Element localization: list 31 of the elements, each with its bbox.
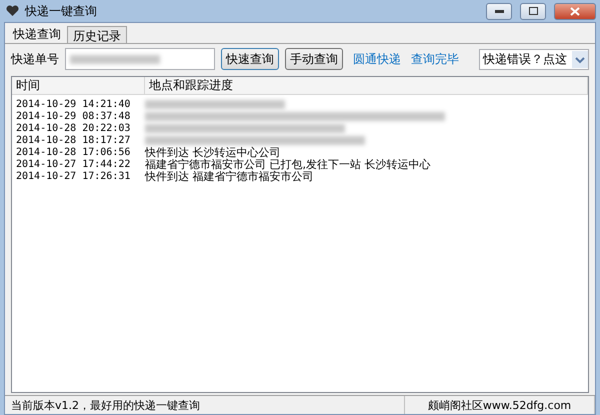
- time-cell-text: 2014-10-28 18:17:27: [15, 134, 132, 146]
- caret-icon: [572, 50, 588, 68]
- location-cell-text: 福建省宁德市福安市公司 已打包,发往下一站 长沙转运中心: [145, 158, 430, 170]
- link[interactable]: 圆通快递: [353, 50, 401, 68]
- time-cell-text: 2014-10-29 14:21:40: [15, 98, 132, 110]
- minimize-button[interactable]: [486, 2, 512, 20]
- time-cell-text: 2014-10-29 08:37:48: [15, 110, 132, 122]
- link[interactable]: 查询完毕: [411, 50, 459, 68]
- time-cell-text: 2014-10-27 17:44:22: [15, 158, 132, 170]
- query-button[interactable]: 手动查询: [285, 48, 343, 70]
- location-cell-text: 快件到达 长沙转运中心公司: [145, 144, 280, 158]
- window-title: 快递一键查询: [25, 2, 98, 20]
- column-header[interactable]: 时间: [12, 77, 145, 94]
- time-cell-text: 2014-10-27 17:26:31: [15, 170, 132, 182]
- minimize-icon: [494, 10, 504, 12]
- maximize-icon: [528, 7, 538, 15]
- close-button[interactable]: [554, 2, 596, 20]
- tracking-number-field[interactable]: [65, 48, 215, 70]
- close-icon: [570, 6, 580, 16]
- query-button[interactable]: 快速查询: [221, 48, 279, 70]
- location-cell-text: 快件到达 福建省宁德市福安市公司: [145, 170, 314, 184]
- time-cell-text: 2014-10-28 20:22:03: [15, 122, 132, 134]
- tab[interactable]: 历史记录: [67, 26, 127, 43]
- status-text: 当前版本v1.2，最好用的快递一键查询: [5, 396, 405, 414]
- field-label: 快递单号: [11, 50, 59, 68]
- maximize-button[interactable]: [520, 2, 546, 20]
- status-text: 颇峭阁社区www.52dfg.com: [405, 396, 595, 414]
- heart-icon: [6, 5, 19, 17]
- column-header[interactable]: 地点和跟踪进度: [145, 77, 588, 94]
- dropdown[interactable]: 快递错误？点这: [479, 48, 589, 70]
- time-cell-text: 2014-10-28 17:06:56: [15, 146, 132, 158]
